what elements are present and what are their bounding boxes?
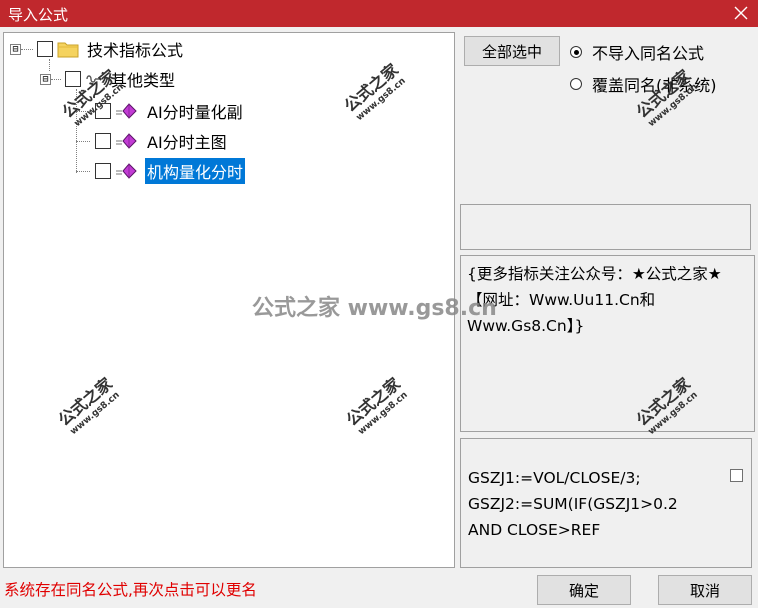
radio-overwrite-label: 覆盖同名(非系统): [592, 76, 717, 95]
cancel-button[interactable]: 取消: [658, 575, 752, 605]
code-line: AND CLOSE>REF: [468, 521, 601, 539]
status-message: 系统存在同名公式,再次点击可以更名: [4, 581, 257, 599]
checkbox-group[interactable]: [65, 71, 81, 87]
tree-item-label: AI分时主图: [147, 133, 227, 152]
checkbox-item[interactable]: [95, 133, 111, 149]
empty-field: [460, 204, 751, 250]
description-text: {更多指标关注公众号：★公式之家★【网址：Www.Uu11.Cn和Www.Gs8…: [467, 265, 722, 335]
radio-button[interactable]: [570, 78, 582, 90]
tree-node-root-label: 技术指标公式: [87, 41, 184, 60]
checkbox-root[interactable]: [37, 41, 53, 57]
collapse-expander-group[interactable]: ⊟: [40, 73, 51, 85]
radio-button[interactable]: [570, 46, 582, 58]
code-checkbox[interactable]: [730, 469, 743, 482]
collapse-expander-root[interactable]: ⊟: [10, 43, 21, 55]
tree-item-label: 机构量化分时: [145, 158, 246, 184]
tree-item-formula-selected[interactable]: 机构量化分时: [95, 158, 246, 184]
tree-node-group[interactable]: ⊟ 其他类型: [40, 67, 177, 91]
formula-gem-icon: [116, 103, 137, 119]
formula-gem-icon: [116, 133, 137, 149]
radio-no-import[interactable]: 不导入同名公式: [570, 40, 704, 64]
radio-overwrite[interactable]: 覆盖同名(非系统): [570, 72, 717, 96]
tree-node-root[interactable]: ⊟ 技术指标公式: [10, 37, 185, 61]
formula-gem-icon: [116, 163, 137, 179]
tree-node-group-label: 其他类型: [111, 71, 176, 90]
radio-no-import-label: 不导入同名公式: [592, 44, 705, 63]
close-button[interactable]: [730, 2, 752, 24]
link-icon: [86, 75, 101, 83]
close-icon: [734, 6, 748, 20]
tree-item-formula[interactable]: AI分时主图: [95, 129, 229, 153]
code-line: GSZJ1:=VOL/CLOSE/3;: [468, 469, 641, 487]
checkbox-item[interactable]: [95, 103, 111, 119]
title-bar: 导入公式: [0, 0, 758, 27]
select-all-button[interactable]: 全部选中: [464, 36, 560, 66]
center-watermark: 公式之家 www.gs8.cn: [252, 296, 497, 321]
ok-button[interactable]: 确定: [537, 575, 631, 605]
code-line: GSZJ2:=SUM(IF(GSZJ1>0.2: [468, 495, 678, 513]
window-title: 导入公式: [8, 6, 69, 24]
folder-icon: [57, 42, 79, 58]
tree-item-label: AI分时量化副: [147, 103, 243, 122]
tree-item-formula[interactable]: AI分时量化副: [95, 99, 245, 123]
description-box: {更多指标关注公众号：★公式之家★【网址：Www.Uu11.Cn和Www.Gs8…: [460, 255, 755, 432]
code-preview: GSZJ1:=VOL/CLOSE/3; GSZJ2:=SUM(IF(GSZJ1>…: [460, 438, 752, 568]
checkbox-item[interactable]: [95, 163, 111, 179]
